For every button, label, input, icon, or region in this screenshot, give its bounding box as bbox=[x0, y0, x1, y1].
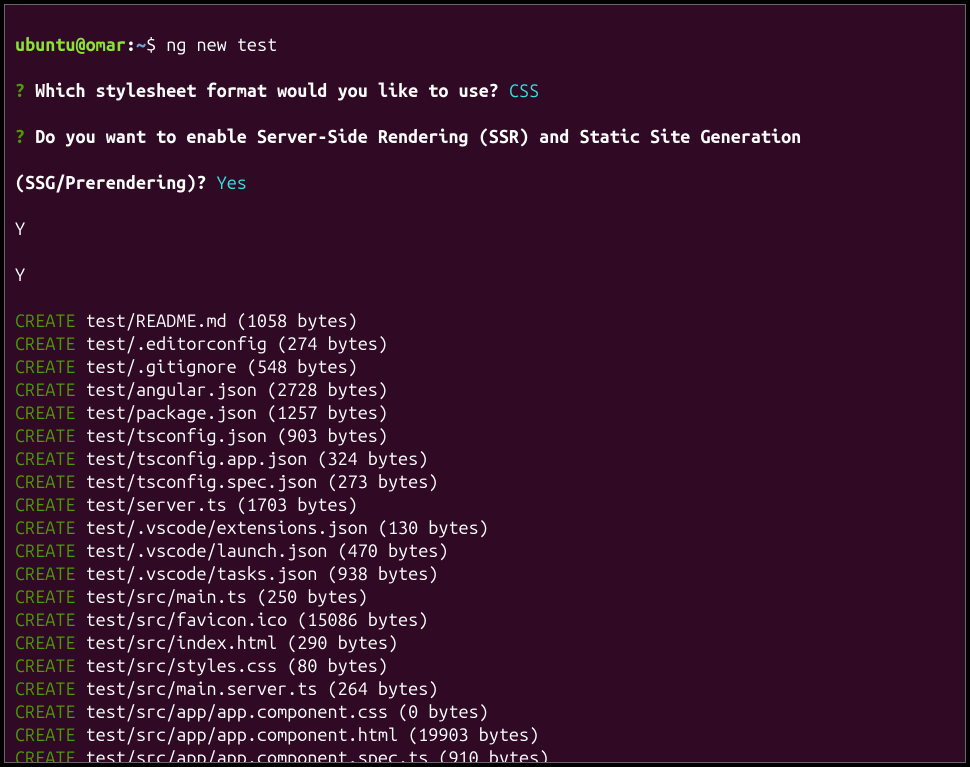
create-action: CREATE bbox=[15, 334, 75, 354]
question-ssr-line1: ? Do you want to enable Server-Side Rend… bbox=[15, 126, 955, 149]
file-path: test/angular.json (2728 bytes) bbox=[75, 380, 387, 400]
create-action: CREATE bbox=[15, 449, 75, 469]
question-text: (SSG/Prerendering)? bbox=[15, 173, 217, 193]
create-file-line: CREATE test/.vscode/extensions.json (130… bbox=[15, 517, 955, 540]
file-path: test/README.md (1058 bytes) bbox=[75, 311, 357, 331]
file-path: test/src/main.server.ts (264 bytes) bbox=[75, 679, 438, 699]
create-file-line: CREATE test/src/app/app.component.html (… bbox=[15, 724, 955, 747]
prompt-host: omar bbox=[86, 35, 126, 55]
question-ssr-line2: (SSG/Prerendering)? Yes bbox=[15, 172, 955, 195]
create-file-line: CREATE test/src/main.server.ts (264 byte… bbox=[15, 678, 955, 701]
create-file-line: CREATE test/src/favicon.ico (15086 bytes… bbox=[15, 609, 955, 632]
create-action: CREATE bbox=[15, 357, 75, 377]
create-file-line: CREATE test/README.md (1058 bytes) bbox=[15, 310, 955, 333]
create-action: CREATE bbox=[15, 587, 75, 607]
file-path: test/.vscode/launch.json (470 bytes) bbox=[75, 541, 448, 561]
confirm-y2: Y bbox=[15, 264, 955, 287]
file-path: test/.vscode/tasks.json (938 bytes) bbox=[75, 564, 438, 584]
answer-css: CSS bbox=[509, 81, 539, 101]
answer-yes: Yes bbox=[217, 173, 247, 193]
create-action: CREATE bbox=[15, 495, 75, 515]
question-stylesheet: ? Which stylesheet format would you like… bbox=[15, 80, 955, 103]
confirm-y1: Y bbox=[15, 218, 955, 241]
file-list: CREATE test/README.md (1058 bytes)CREATE… bbox=[15, 310, 955, 763]
create-file-line: CREATE test/package.json (1257 bytes) bbox=[15, 402, 955, 425]
create-action: CREATE bbox=[15, 541, 75, 561]
create-action: CREATE bbox=[15, 679, 75, 699]
create-file-line: CREATE test/src/app/app.component.css (0… bbox=[15, 701, 955, 724]
create-action: CREATE bbox=[15, 610, 75, 630]
create-action: CREATE bbox=[15, 426, 75, 446]
create-file-line: CREATE test/src/index.html (290 bytes) bbox=[15, 632, 955, 655]
create-action: CREATE bbox=[15, 380, 75, 400]
create-file-line: CREATE test/angular.json (2728 bytes) bbox=[15, 379, 955, 402]
file-path: test/.editorconfig (274 bytes) bbox=[75, 334, 387, 354]
create-file-line: CREATE test/.gitignore (548 bytes) bbox=[15, 356, 955, 379]
question-text: Do you want to enable Server-Side Render… bbox=[35, 127, 811, 147]
prompt-dollar: $ bbox=[146, 35, 166, 55]
create-file-line: CREATE test/server.ts (1703 bytes) bbox=[15, 494, 955, 517]
file-path: test/tsconfig.json (903 bytes) bbox=[75, 426, 387, 446]
file-path: test/src/favicon.ico (15086 bytes) bbox=[75, 610, 428, 630]
question-mark-icon: ? bbox=[15, 81, 35, 101]
command-text: ng new test bbox=[166, 35, 277, 55]
create-file-line: CREATE test/.editorconfig (274 bytes) bbox=[15, 333, 955, 356]
create-action: CREATE bbox=[15, 656, 75, 676]
create-file-line: CREATE test/src/main.ts (250 bytes) bbox=[15, 586, 955, 609]
file-path: test/src/app/app.component.css (0 bytes) bbox=[75, 702, 488, 722]
question-text: Which stylesheet format would you like t… bbox=[35, 81, 509, 101]
create-action: CREATE bbox=[15, 748, 75, 763]
file-path: test/src/index.html (290 bytes) bbox=[75, 633, 398, 653]
create-file-line: CREATE test/.vscode/launch.json (470 byt… bbox=[15, 540, 955, 563]
create-action: CREATE bbox=[15, 472, 75, 492]
create-file-line: CREATE test/tsconfig.json (903 bytes) bbox=[15, 425, 955, 448]
prompt-user: ubuntu bbox=[15, 35, 75, 55]
create-file-line: CREATE test/src/styles.css (80 bytes) bbox=[15, 655, 955, 678]
prompt-at: @ bbox=[75, 35, 85, 55]
create-action: CREATE bbox=[15, 311, 75, 331]
create-file-line: CREATE test/src/app/app.component.spec.t… bbox=[15, 747, 955, 763]
create-action: CREATE bbox=[15, 403, 75, 423]
file-path: test/tsconfig.spec.json (273 bytes) bbox=[75, 472, 438, 492]
file-path: test/src/app/app.component.html (19903 b… bbox=[75, 725, 539, 745]
file-path: test/package.json (1257 bytes) bbox=[75, 403, 387, 423]
file-path: test/src/app/app.component.spec.ts (910 … bbox=[75, 748, 549, 763]
prompt-path: ~ bbox=[136, 35, 146, 55]
create-action: CREATE bbox=[15, 564, 75, 584]
file-path: test/tsconfig.app.json (324 bytes) bbox=[75, 449, 428, 469]
create-action: CREATE bbox=[15, 633, 75, 653]
file-path: test/.vscode/extensions.json (130 bytes) bbox=[75, 518, 488, 538]
create-file-line: CREATE test/tsconfig.app.json (324 bytes… bbox=[15, 448, 955, 471]
create-file-line: CREATE test/tsconfig.spec.json (273 byte… bbox=[15, 471, 955, 494]
file-path: test/src/styles.css (80 bytes) bbox=[75, 656, 387, 676]
question-mark-icon: ? bbox=[15, 127, 35, 147]
create-action: CREATE bbox=[15, 725, 75, 745]
create-file-line: CREATE test/.vscode/tasks.json (938 byte… bbox=[15, 563, 955, 586]
file-path: test/server.ts (1703 bytes) bbox=[75, 495, 357, 515]
terminal-window[interactable]: ubuntu@omar:~$ ng new test ? Which style… bbox=[4, 4, 966, 763]
prompt-colon: : bbox=[126, 35, 136, 55]
prompt-line: ubuntu@omar:~$ ng new test bbox=[15, 34, 955, 57]
file-path: test/.gitignore (548 bytes) bbox=[75, 357, 357, 377]
create-action: CREATE bbox=[15, 702, 75, 722]
create-action: CREATE bbox=[15, 518, 75, 538]
file-path: test/src/main.ts (250 bytes) bbox=[75, 587, 367, 607]
